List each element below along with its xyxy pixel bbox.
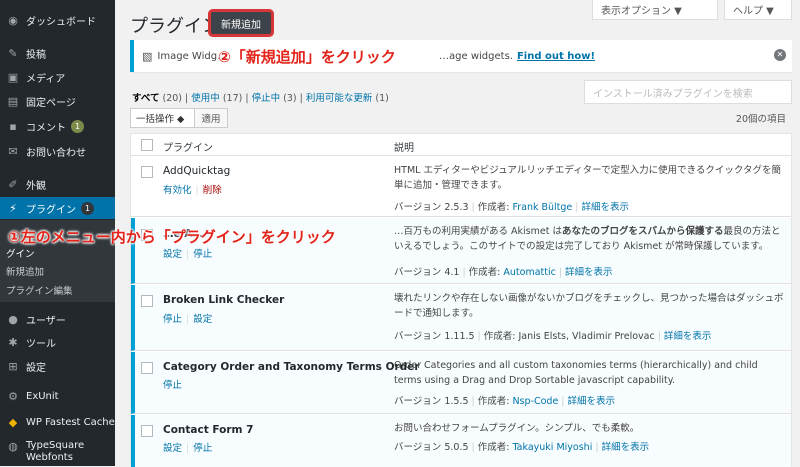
pin-icon: ✎ — [8, 46, 18, 60]
plugin-meta: バージョン 1.11.5 | 作成者: Janis Elsts, Vladimir … — [394, 331, 712, 342]
submenu-add-new[interactable]: 新規追加 — [6, 264, 44, 278]
deactivate-link[interactable]: 停止 — [193, 249, 212, 260]
menu-users[interactable]: ● ユーザー — [0, 308, 115, 330]
tool-icon: ✱ — [8, 335, 18, 349]
plugin-name: Broken Link Checker — [163, 294, 285, 306]
filter-all[interactable]: すべて — [132, 93, 159, 104]
apply-button[interactable]: 適用 — [194, 108, 228, 128]
menu-pages[interactable]: ▤ 固定ページ — [0, 90, 115, 112]
bulk-action-select[interactable]: 一括操作 ◆ — [130, 108, 196, 128]
comment-count-badge: 1 — [71, 119, 84, 133]
menu-typesquare[interactable]: ◍ TypeSquare Webfonts — [0, 440, 115, 466]
filter-update[interactable]: 利用可能な更新 — [306, 93, 373, 104]
column-plugin: プラグイン — [163, 143, 213, 154]
details-link[interactable]: 詳細を表示 — [568, 396, 616, 407]
deactivate-link[interactable]: 停止 — [193, 443, 212, 454]
submenu-installed[interactable]: グイン — [6, 246, 35, 260]
menu-comments[interactable]: ▪ コメント 1 — [0, 115, 115, 137]
column-description: 説明 — [394, 143, 414, 154]
menu-dashboard[interactable]: ◉ ダッシュボード — [0, 9, 115, 31]
find-out-how-link[interactable]: Find out how! — [517, 51, 595, 62]
filter-active[interactable]: 使用中 — [191, 93, 220, 104]
filter-inactive[interactable]: 停止中 — [252, 93, 281, 104]
plugin-meta: バージョン 5.0.5 | 作成者: Takayuki Miyoshi | 詳細を表示 — [394, 442, 650, 453]
plugin-meta: バージョン 4.1 | 作成者: Automattic | 詳細を表示 — [394, 267, 613, 278]
user-icon: ● — [8, 312, 18, 326]
plugin-name: Category Order and Taxonomy Terms Order — [163, 361, 420, 373]
table-row: Category Order and Taxonomy Terms Order … — [131, 352, 791, 414]
table-row: Broken Link Checker 停止 | 設定 壊れたリンクや存在しない画像… — [131, 285, 791, 351]
plugin-description: 壊れたリンクや存在しない画像がないかブログをチェックし、見つかった場合はダッシュ… — [394, 293, 784, 319]
deactivate-link[interactable]: 停止 — [163, 380, 182, 391]
typesquare-icon: ◍ — [8, 440, 18, 453]
menu-appearance[interactable]: ✐ 外観 — [0, 173, 115, 195]
settings-link[interactable]: 設定 — [163, 249, 182, 260]
details-link[interactable]: 詳細を表示 — [664, 331, 712, 342]
menu-settings[interactable]: ⊞ 設定 — [0, 355, 115, 377]
row-checkbox[interactable] — [141, 295, 153, 307]
menu-contact[interactable]: ✉ お問い合わせ — [0, 140, 115, 162]
menu-exunit[interactable]: ⚙ ExUnit — [0, 385, 115, 407]
cheetah-icon: ◆ — [8, 415, 18, 429]
details-link[interactable]: 詳細を表示 — [581, 202, 629, 213]
row-checkbox[interactable] — [141, 425, 153, 437]
plugin-description: お問い合わせフォームプラグイン。シンプル、でも柔軟。 — [394, 423, 640, 434]
table-row: Contact Form 7 設定 | 停止 お問い合わせフォームプラグイン。シンプ… — [131, 415, 791, 467]
plugin-description: Order Categories and all custom taxonomi… — [394, 360, 758, 386]
settings-icon: ⊞ — [8, 359, 18, 373]
item-count: 20個の項目 — [735, 114, 786, 125]
table-row: AddQuicktag 有効化 | 削除 HTML エディターやビジュアルリッチエデ… — [131, 157, 791, 217]
row-checkbox[interactable] — [141, 166, 153, 178]
annotation-step1: ①左のメニュー内から「プラグイン」をクリック — [8, 228, 336, 246]
author-link[interactable]: Takayuki Miyoshi — [512, 442, 592, 453]
select-all-checkbox[interactable] — [141, 139, 153, 151]
plugin-name: AddQuicktag — [163, 165, 231, 177]
mail-icon: ✉ — [8, 144, 18, 158]
plugin-description: …百万もの利用実績がある Akismet はあなたのブログをスパムから保護する最… — [394, 226, 781, 252]
plugin-meta: バージョン 2.5.3 | 作成者: Frank Bültge | 詳細を表示 — [394, 202, 629, 213]
menu-media[interactable]: ▣ メディア — [0, 66, 115, 88]
details-link[interactable]: 詳細を表示 — [565, 267, 613, 278]
menu-plugins[interactable]: ⚡ プラグイン 1 — [0, 197, 115, 219]
page-icon: ▤ — [7, 94, 19, 108]
plugin-search-input[interactable]: インストール済みプラグインを検索 — [584, 80, 792, 104]
activate-link[interactable]: 有効化 — [163, 185, 192, 196]
menu-tools[interactable]: ✱ ツール — [0, 331, 115, 353]
menu-wp-fastest-cache[interactable]: ◆ WP Fastest Cache — [0, 411, 115, 433]
brush-icon: ✐ — [8, 177, 18, 191]
plugins-table: プラグイン 説明 AddQuicktag 有効化 | 削除 HTML エディターやビ… — [130, 133, 792, 467]
plugin-description: HTML エディターやビジュアルリッチエディターで定型入力に使用できるクイックタ… — [394, 165, 782, 191]
plugin-status-filters: すべて (20) | 使用中 (17) | 停止中 (3) | 利用可能な更新 … — [132, 93, 389, 104]
page-title: プラグイン — [130, 16, 220, 37]
settings-link[interactable]: 設定 — [193, 314, 212, 325]
deactivate-link[interactable]: 停止 — [163, 314, 182, 325]
plugin-meta: バージョン 1.5.5 | 作成者: Nsp-Code | 詳細を表示 — [394, 396, 616, 407]
details-link[interactable]: 詳細を表示 — [602, 442, 650, 453]
author-link[interactable]: Automattic — [503, 267, 555, 278]
table-header: プラグイン 説明 — [131, 134, 791, 156]
dashboard-icon: ◉ — [8, 13, 18, 27]
dismiss-icon[interactable]: ✕ — [774, 49, 786, 61]
media-icon: ▣ — [7, 70, 19, 84]
settings-link[interactable]: 設定 — [163, 443, 182, 454]
author-link[interactable]: Nsp-Code — [512, 396, 558, 407]
row-checkbox[interactable] — [141, 362, 153, 374]
add-new-button[interactable]: 新規追加 — [211, 12, 271, 34]
comment-icon: ▪ — [9, 119, 17, 133]
delete-link[interactable]: 削除 — [203, 185, 222, 196]
image-icon: ▧ — [142, 49, 153, 63]
gear-icon: ⚙ — [8, 389, 18, 403]
submenu-plugin-editor[interactable]: プラグイン編集 — [6, 283, 73, 297]
help-button[interactable]: ヘルプ ▼ — [724, 0, 792, 20]
author-link[interactable]: Frank Bültge — [512, 202, 572, 213]
menu-posts[interactable]: ✎ 投稿 — [0, 42, 115, 64]
plugin-update-badge: 1 — [81, 201, 94, 215]
plugin-icon: ⚡ — [9, 201, 17, 215]
screen-options-button[interactable]: 表示オプション ▼ — [592, 0, 718, 20]
plugin-name: Contact Form 7 — [163, 424, 254, 436]
annotation-step2: ②「新規追加」をクリック — [218, 48, 396, 66]
